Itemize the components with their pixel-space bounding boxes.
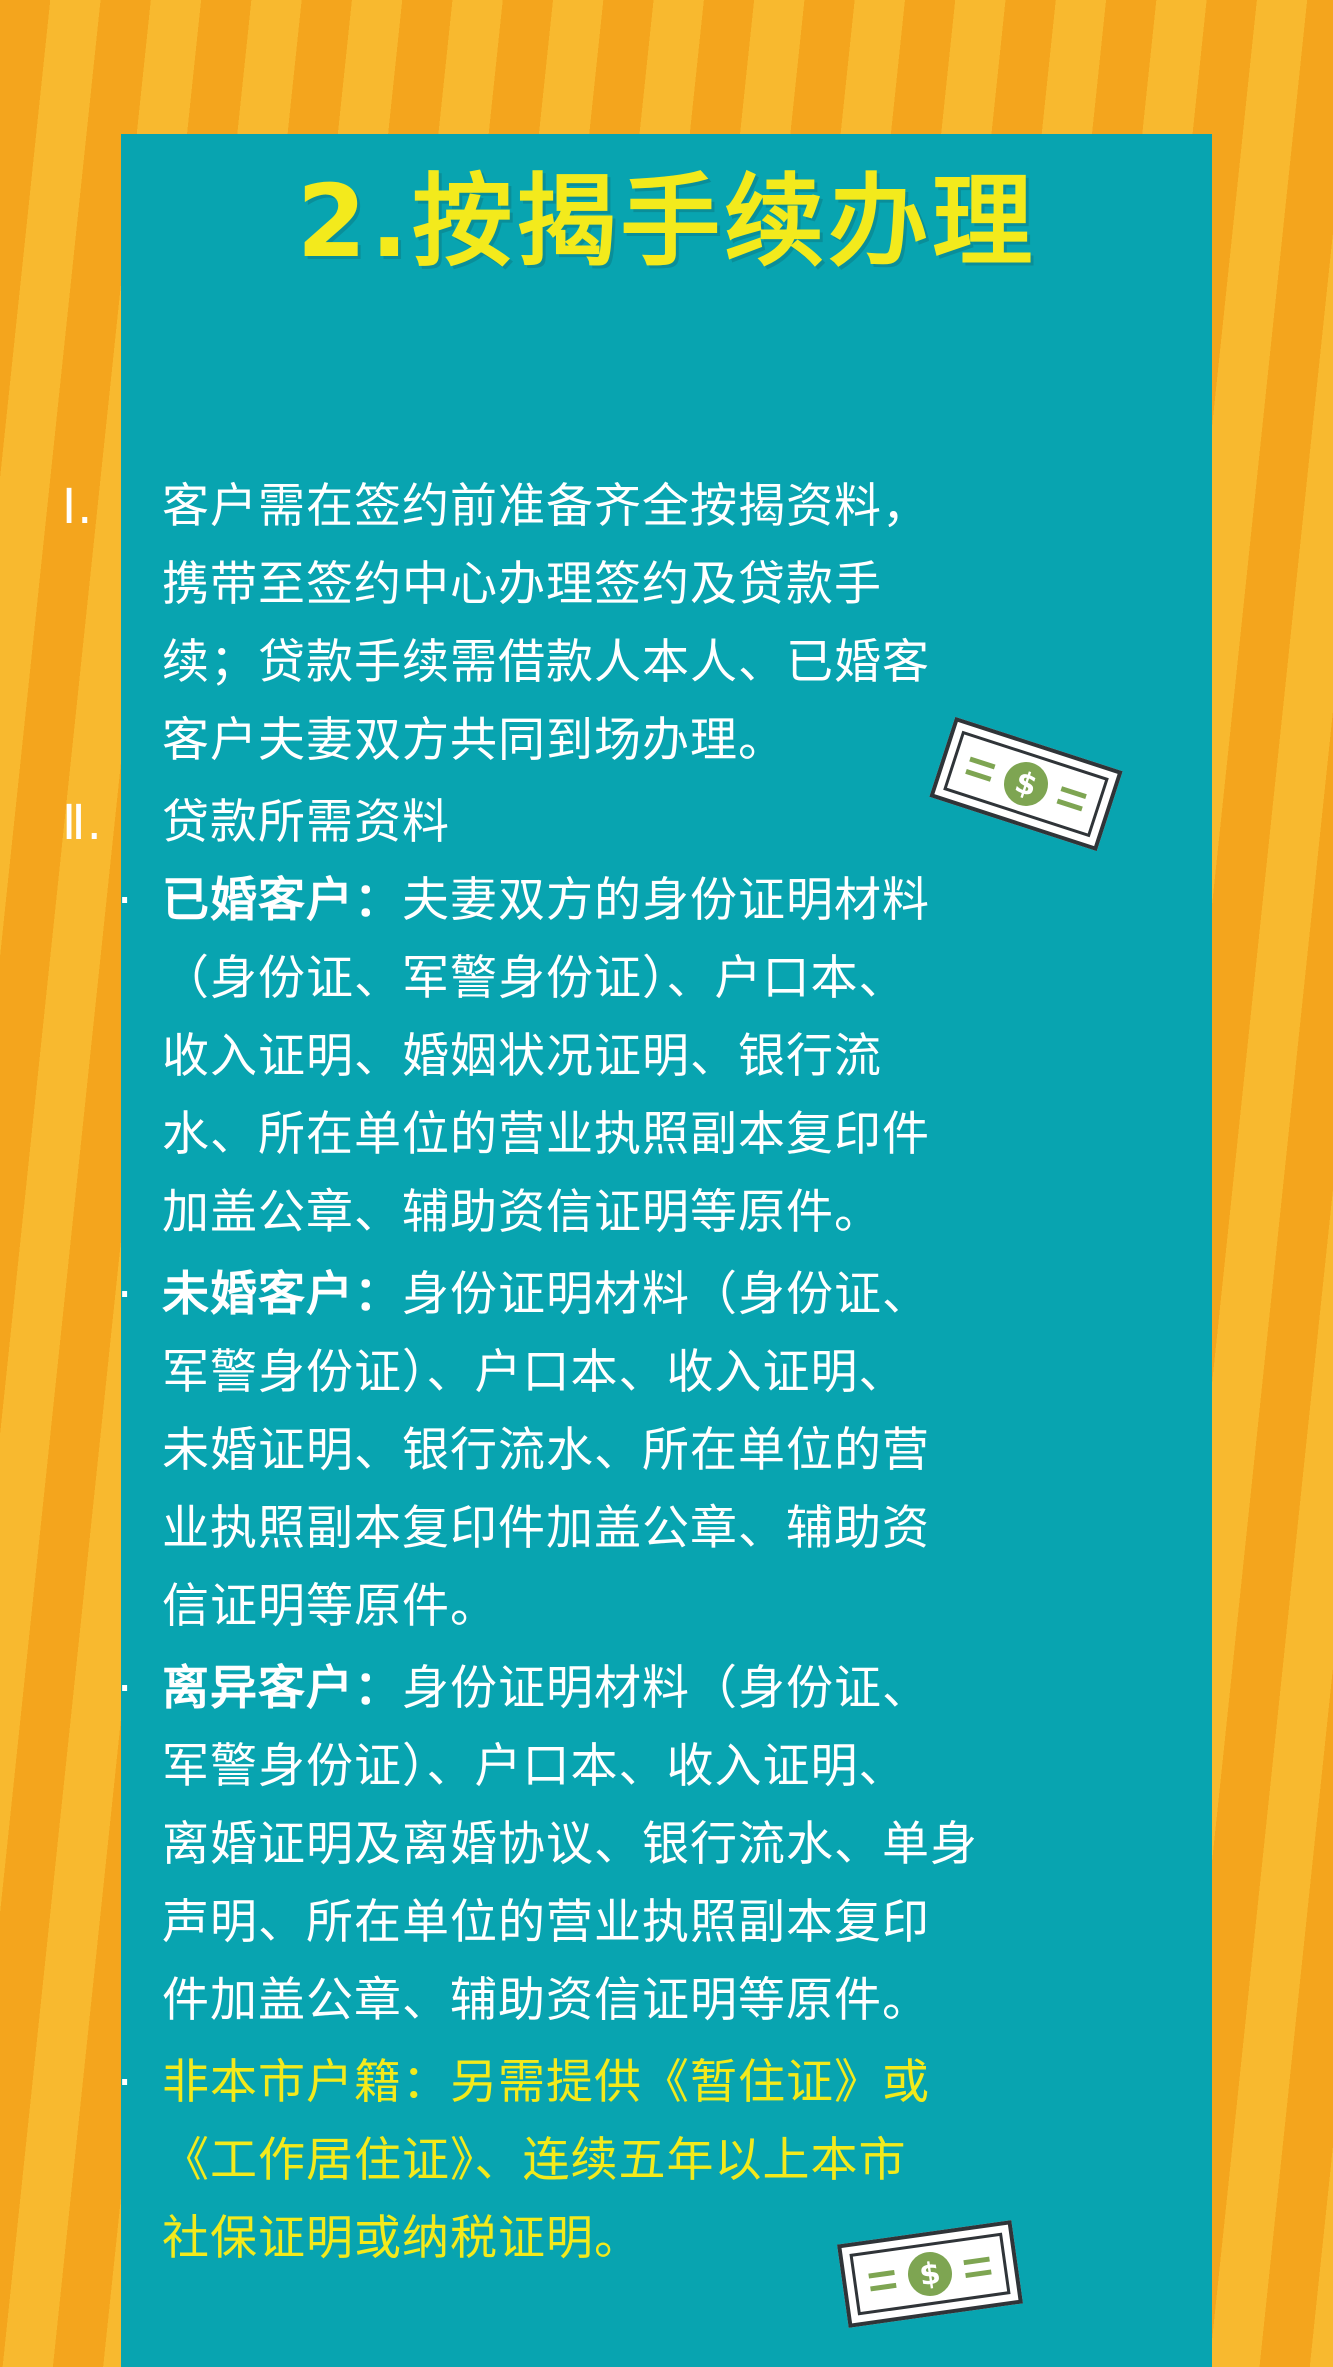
page-title: 2.按揭手续办理 [296, 163, 1037, 280]
section1-marker: Ⅰ. [62, 479, 94, 535]
divorced-text-2: 军警身份证）、户口本、收入证明、 [162, 1739, 907, 1794]
section2-heading-row: Ⅱ. 贷款所需资料 [62, 784, 1062, 862]
unmarried-text-2: 军警身份证）、户口本、收入证明、 [162, 1345, 907, 1400]
nonlocal-text-1: 另需提供《暂住证》或 [450, 2055, 930, 2110]
section1-text-4: 客户夫妻双方共同到场办理。 [162, 713, 786, 768]
married-label: 已婚客户： [162, 873, 402, 928]
section1-text-1: 客户需在签约前准备齐全按揭资料， [162, 479, 930, 534]
unmarried-text-4: 业执照副本复印件加盖公章、辅助资 [162, 1501, 930, 1556]
married-item: · 已婚客户：夫妻双方的身份证明材料 [117, 862, 1062, 940]
married-text-1: 夫妻双方的身份证明材料 [402, 873, 930, 928]
section1-line-1: Ⅰ. 客户需在签约前准备齐全按揭资料， [62, 468, 1062, 546]
unmarried-text-3: 未婚证明、银行流水、所在单位的营 [162, 1423, 930, 1478]
unmarried-text-5: 信证明等原件。 [162, 1579, 498, 1634]
bullet: · [117, 2055, 134, 2111]
nonlocal-text-2: 《工作居住证》、连续五年以上本市 [162, 2133, 907, 2188]
married-text-5: 加盖公章、辅助资信证明等原件。 [162, 1185, 882, 1240]
bullet: · [117, 1661, 134, 1717]
divorced-text-4: 声明、所在单位的营业执照副本复印 [162, 1895, 930, 1950]
nonlocal-item: · 非本市户籍：另需提供《暂住证》或 [117, 2044, 1062, 2122]
divorced-label: 离异客户： [162, 1661, 402, 1716]
divorced-item: · 离异客户：身份证明材料（身份证、 [117, 1650, 1062, 1728]
bullet: · [117, 873, 134, 929]
section2-heading: 贷款所需资料 [162, 795, 450, 850]
married-text-4: 水、所在单位的营业执照副本复印件 [162, 1107, 930, 1162]
married-text-3: 收入证明、婚姻状况证明、银行流 [162, 1029, 882, 1084]
married-text-2: （身份证、军警身份证）、户口本、 [162, 951, 907, 1006]
nonlocal-label: 非本市户籍： [162, 2055, 450, 2110]
divorced-text-1: 身份证明材料（身份证、 [402, 1661, 930, 1716]
section1-text-3: 续；贷款手续需借款人本人、已婚客 [162, 635, 930, 690]
unmarried-item: · 未婚客户：身份证明材料（身份证、 [117, 1256, 1062, 1334]
divorced-text-3: 离婚证明及离婚协议、银行流水、单身 [162, 1817, 978, 1872]
unmarried-label: 未婚客户： [162, 1267, 402, 1322]
section1-text-2: 携带至签约中心办理签约及贷款手 [162, 557, 882, 612]
unmarried-text-1: 身份证明材料（身份证、 [402, 1267, 930, 1322]
bullet: · [117, 1267, 134, 1323]
divorced-text-5: 件加盖公章、辅助资信证明等原件。 [162, 1973, 930, 2028]
section2-marker: Ⅱ. [62, 795, 103, 851]
